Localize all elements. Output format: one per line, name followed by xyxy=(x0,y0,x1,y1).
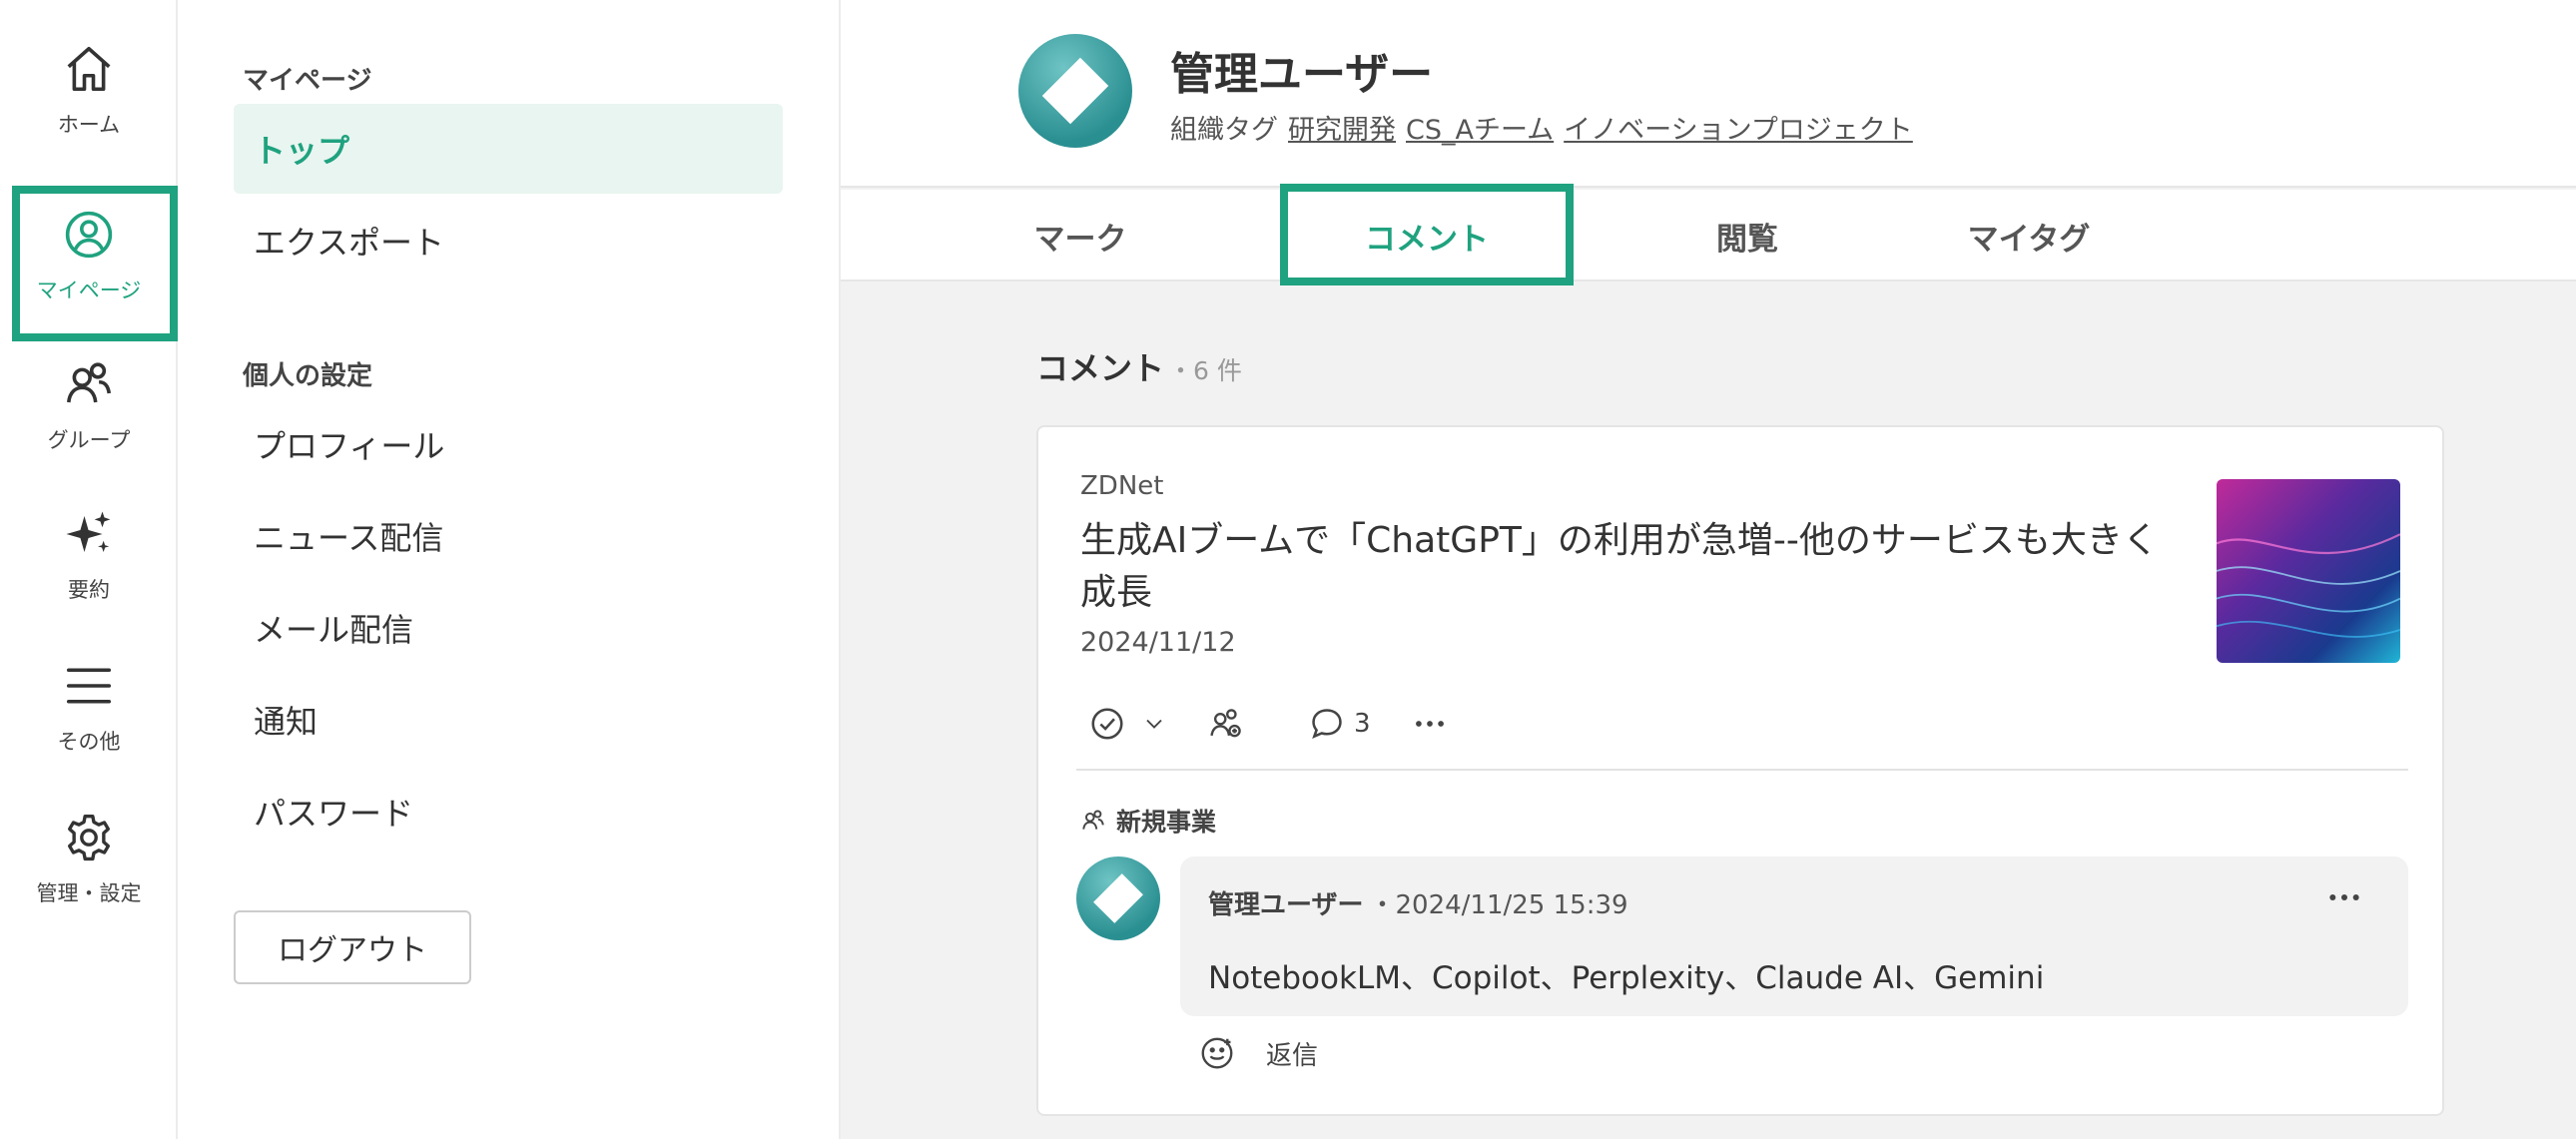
org-tags-label: 組織タグ xyxy=(1170,115,1278,146)
rail-label-settings: 管理・設定 xyxy=(36,881,142,905)
diamond-logo-icon xyxy=(1093,873,1143,923)
comment-group-name: 新規事業 xyxy=(1116,808,1217,837)
org-tag-innovation[interactable]: イノベーションプロジェクト xyxy=(1564,108,1913,147)
reply-button[interactable]: 返信 xyxy=(1266,1035,1318,1072)
comment-text: NotebookLM、Copilot、Perplexity、Claude AI、… xyxy=(1208,960,2045,996)
rail-item-mypage[interactable]: マイページ xyxy=(0,186,178,341)
comment-timestamp: ・2024/11/25 15:39 xyxy=(1369,890,1628,920)
article-thumbnail[interactable] xyxy=(2217,479,2400,663)
org-tags: 組織タグ 研究開発 CS_Aチーム イノベーションプロジェクト xyxy=(1170,108,1913,147)
sidebar-item-news-delivery[interactable]: ニュース配信 xyxy=(234,491,783,581)
rail-item-summary[interactable]: 要約 xyxy=(0,485,178,625)
article-date: 2024/11/12 xyxy=(1080,627,1236,658)
tab-mark[interactable]: マーク xyxy=(980,190,1180,282)
section-title: コメント ・6 件 xyxy=(1036,343,1242,389)
comment-bubble: 管理ユーザー ・2024/11/25 15:39 NotebookLM、Copil… xyxy=(1180,856,2408,1016)
tab-view[interactable]: 閲覧 xyxy=(1647,190,1847,282)
tab-comment[interactable]: コメント xyxy=(1280,184,1574,285)
sparkles-icon xyxy=(61,506,117,562)
home-icon xyxy=(61,41,117,97)
sidebar-item-profile[interactable]: プロフィール xyxy=(234,399,783,489)
comment-button[interactable]: 3 xyxy=(1308,705,1371,743)
rail-item-home[interactable]: ホーム xyxy=(0,20,178,160)
rail-label-group: グループ xyxy=(47,428,131,452)
group-icon xyxy=(61,356,117,412)
comment-count: 3 xyxy=(1354,709,1371,739)
sidebar-item-top[interactable]: トップ xyxy=(234,104,783,194)
sidebar-item-password[interactable]: パスワード xyxy=(234,767,783,856)
icon-rail: ホーム マイページ グループ 要約 その他 管理・設定 xyxy=(0,0,178,1139)
article-actions: 3 xyxy=(1088,699,1449,749)
sidebar-item-notification[interactable]: 通知 xyxy=(234,675,783,765)
group-icon xyxy=(1082,810,1104,830)
sidebar-section-personal-title: 個人の設定 xyxy=(243,361,373,391)
comment-avatar xyxy=(1076,856,1160,940)
sidebar-section-mypage-title: マイページ xyxy=(243,66,372,96)
rail-item-other[interactable]: その他 xyxy=(0,637,178,777)
emoji-reaction-button[interactable] xyxy=(1198,1034,1236,1072)
mark-button[interactable] xyxy=(1088,705,1126,743)
org-tag-rnd[interactable]: 研究開発 xyxy=(1288,108,1396,147)
tab-mytag[interactable]: マイタグ xyxy=(1919,190,2139,282)
tab-bar: マーク コメント 閲覧 マイタグ xyxy=(841,184,2576,285)
rail-label-mypage: マイページ xyxy=(36,279,142,302)
rail-item-group[interactable]: グループ xyxy=(0,335,178,475)
check-circle-icon xyxy=(1091,708,1123,740)
more-options-button[interactable] xyxy=(1411,705,1449,743)
user-circle-icon xyxy=(61,207,117,263)
article-title[interactable]: 生成AIブームで「ChatGPT」の利用が急増--他のサービスも大きく成長 xyxy=(1080,515,2159,619)
rail-label-other: その他 xyxy=(57,730,121,754)
article-source: ZDNet xyxy=(1080,471,1164,501)
comment-icon xyxy=(1312,709,1342,739)
comment-reactions: 返信 xyxy=(1198,1034,1318,1072)
avatar xyxy=(1018,34,1132,148)
article-card: ZDNet 生成AIブームで「ChatGPT」の利用が急増--他のサービスも大き… xyxy=(1036,425,2444,1116)
smiley-icon xyxy=(1201,1037,1233,1069)
comment-author: 管理ユーザー xyxy=(1208,890,1364,920)
more-horizontal-icon xyxy=(1415,721,1444,727)
section-count: ・6 件 xyxy=(1168,356,1242,385)
group-share-icon xyxy=(1210,709,1241,738)
divider xyxy=(1076,769,2408,771)
mark-dropdown[interactable] xyxy=(1140,710,1168,738)
mypage-sidebar: マイページ トップ エクスポート 個人の設定 プロフィール ニュース配信 メール… xyxy=(180,0,841,1139)
share-group-button[interactable] xyxy=(1206,705,1244,743)
profile-header: 管理ユーザー 組織タグ 研究開発 CS_Aチーム イノベーションプロジェクト xyxy=(841,0,2576,188)
comment-more-button[interactable] xyxy=(2324,882,2364,912)
comment-group: 新規事業 xyxy=(1080,803,1216,839)
sidebar-item-export[interactable]: エクスポート xyxy=(234,196,783,285)
logout-button[interactable]: ログアウト xyxy=(234,910,471,984)
section-title-text: コメント xyxy=(1036,349,1165,387)
sidebar-item-mail-delivery[interactable]: メール配信 xyxy=(234,583,783,673)
comment-author-line: 管理ユーザー ・2024/11/25 15:39 xyxy=(1208,884,1628,921)
more-horizontal-icon xyxy=(2329,894,2359,900)
gear-icon xyxy=(61,810,117,865)
chevron-down-icon xyxy=(1146,719,1162,729)
rail-label-home: ホーム xyxy=(57,113,121,137)
diamond-logo-icon xyxy=(1041,57,1109,125)
menu-icon xyxy=(61,658,117,714)
org-tag-cs-team[interactable]: CS_Aチーム xyxy=(1406,108,1554,147)
rail-item-settings[interactable]: 管理・設定 xyxy=(0,789,178,928)
page-title: 管理ユーザー xyxy=(1170,49,1434,100)
rail-label-summary: 要約 xyxy=(68,578,110,602)
main-content: 管理ユーザー 組織タグ 研究開発 CS_Aチーム イノベーションプロジェクト マ… xyxy=(841,0,2576,1139)
